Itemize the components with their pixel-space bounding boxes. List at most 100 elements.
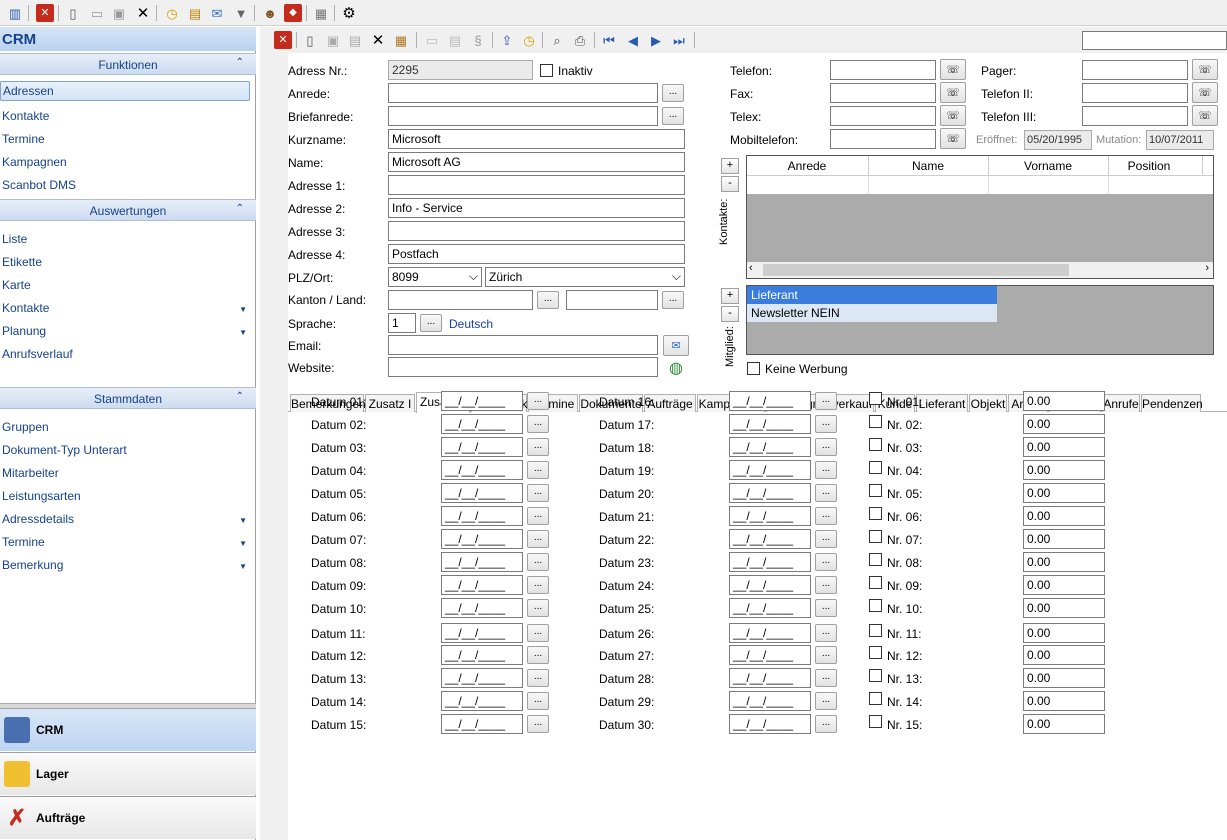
col-anrede[interactable]: Anrede: [747, 159, 867, 173]
date-picker-button[interactable]: ...: [815, 624, 837, 642]
close-icon[interactable]: ✕: [36, 4, 54, 22]
tab-15[interactable]: Pendenzen: [1141, 394, 1203, 412]
date-field[interactable]: __/__/____: [729, 691, 811, 711]
mail-icon[interactable]: ✉: [208, 4, 226, 22]
section-stammdaten[interactable]: Stammdaten ⌃: [0, 387, 256, 409]
date-field[interactable]: __/__/____: [729, 575, 811, 595]
sidebar-item-termine-stamm[interactable]: Termine: [2, 535, 45, 549]
phone-icon[interactable]: ☏: [1192, 59, 1218, 80]
sidebar-item-termine[interactable]: Termine: [2, 132, 45, 146]
section-auswertungen[interactable]: Auswertungen ⌃: [0, 199, 256, 221]
sprache-field[interactable]: 1: [388, 313, 416, 333]
date-picker-button[interactable]: ...: [527, 599, 549, 617]
date-picker-button[interactable]: ...: [527, 669, 549, 687]
number-checkbox[interactable]: [869, 624, 882, 637]
number-field[interactable]: 0.00: [1023, 714, 1105, 734]
date-field[interactable]: __/__/____: [441, 552, 523, 572]
sidebar-item-dokument-typ[interactable]: Dokument-Typ Unterart: [2, 443, 127, 457]
date-field[interactable]: __/__/____: [729, 645, 811, 665]
date-picker-button[interactable]: ...: [815, 415, 837, 433]
number-checkbox[interactable]: [869, 553, 882, 566]
sidebar-item-kontakte[interactable]: Kontakte: [2, 109, 49, 123]
settings-icon[interactable]: ⚙: [340, 4, 358, 22]
col-position[interactable]: Position: [1108, 159, 1190, 173]
delete-icon[interactable]: ✕: [134, 4, 152, 22]
date-picker-button[interactable]: ...: [527, 392, 549, 410]
print-icon[interactable]: ⎙: [571, 31, 589, 49]
save-icon[interactable]: ▣: [110, 4, 128, 22]
land-lookup-button[interactable]: ...: [662, 291, 684, 309]
add-membership-button[interactable]: +: [721, 288, 739, 304]
number-checkbox[interactable]: [869, 530, 882, 543]
date-picker-button[interactable]: ...: [527, 715, 549, 733]
tab-11[interactable]: Objekt: [969, 394, 1007, 412]
number-field[interactable]: 0.00: [1023, 575, 1105, 595]
date-field[interactable]: __/__/____: [729, 552, 811, 572]
chevron-down-icon[interactable]: ⌵: [469, 269, 478, 284]
new-record-icon[interactable]: ▯: [301, 31, 319, 49]
exit-icon[interactable]: ◆: [284, 4, 302, 22]
date-picker-button[interactable]: ...: [815, 392, 837, 410]
tab-1[interactable]: Zusatz I: [365, 394, 415, 412]
number-field[interactable]: 0.00: [1023, 391, 1105, 411]
date-picker-button[interactable]: ...: [815, 530, 837, 548]
reminder-icon[interactable]: ◷: [520, 31, 538, 49]
kurzname-field[interactable]: Microsoft: [388, 129, 685, 149]
contacts-empty-row[interactable]: [747, 176, 1213, 194]
chart-icon[interactable]: ▥: [6, 4, 24, 22]
date-field[interactable]: __/__/____: [441, 645, 523, 665]
date-picker-button[interactable]: ...: [815, 461, 837, 479]
date-picker-button[interactable]: ...: [527, 646, 549, 664]
date-picker-button[interactable]: ...: [527, 576, 549, 594]
grid-icon[interactable]: ▦: [312, 4, 330, 22]
collapse-icon[interactable]: ⌃: [236, 391, 244, 402]
date-field[interactable]: __/__/____: [729, 598, 811, 618]
chevron-down-icon[interactable]: ▼: [239, 562, 247, 571]
tab-10[interactable]: Lieferant: [916, 394, 968, 412]
number-checkbox[interactable]: [869, 669, 882, 682]
chevron-down-icon[interactable]: ▼: [239, 516, 247, 525]
date-picker-button[interactable]: ...: [527, 692, 549, 710]
module-lager[interactable]: Lager: [0, 752, 256, 795]
number-checkbox[interactable]: [869, 392, 882, 405]
date-picker-button[interactable]: ...: [527, 415, 549, 433]
date-picker-button[interactable]: ...: [815, 692, 837, 710]
number-field[interactable]: 0.00: [1023, 437, 1105, 457]
tab-14[interactable]: Anrufe: [1102, 394, 1140, 412]
date-picker-button[interactable]: ...: [527, 553, 549, 571]
website-field[interactable]: [388, 357, 658, 377]
sidebar-item-mitarbeiter[interactable]: Mitarbeiter: [2, 466, 59, 480]
phone-icon[interactable]: ☏: [1192, 105, 1218, 126]
number-checkbox[interactable]: [869, 692, 882, 705]
col-vorname[interactable]: Vorname: [988, 159, 1108, 173]
delete-record-icon[interactable]: ✕: [369, 31, 387, 49]
script-icon[interactable]: §: [469, 31, 487, 49]
membership-item-selected[interactable]: Lieferant: [747, 286, 997, 304]
date-field[interactable]: __/__/____: [441, 623, 523, 643]
phone-icon[interactable]: ☏: [1192, 82, 1218, 103]
number-field[interactable]: 0.00: [1023, 506, 1105, 526]
number-field[interactable]: 0.00: [1023, 645, 1105, 665]
fax-field[interactable]: [830, 83, 936, 103]
next-record-icon[interactable]: ▶: [647, 31, 665, 49]
date-picker-button[interactable]: ...: [527, 461, 549, 479]
module-crm[interactable]: CRM: [0, 708, 256, 751]
collapse-icon[interactable]: ⌃: [236, 203, 244, 214]
sidebar-item-gruppen[interactable]: Gruppen: [2, 420, 49, 434]
chevron-down-icon[interactable]: ▼: [239, 305, 247, 314]
new-icon[interactable]: ▯: [64, 4, 82, 22]
sidebar-item-leistungsarten[interactable]: Leistungsarten: [2, 489, 81, 503]
date-field[interactable]: __/__/____: [729, 529, 811, 549]
telefon3-field[interactable]: [1082, 106, 1188, 126]
number-checkbox[interactable]: [869, 646, 882, 659]
date-field[interactable]: __/__/____: [729, 437, 811, 457]
scroll-right-icon[interactable]: ›: [1205, 262, 1209, 274]
module-auftraege[interactable]: ✗ Aufträge: [0, 796, 256, 839]
date-picker-button[interactable]: ...: [527, 438, 549, 456]
adresse3-field[interactable]: [388, 221, 685, 241]
date-field[interactable]: __/__/____: [729, 483, 811, 503]
horizontal-scrollbar[interactable]: ‹ ›: [747, 262, 1213, 278]
adresse1-field[interactable]: [388, 175, 685, 195]
clock-icon[interactable]: ◷: [163, 4, 181, 22]
number-field[interactable]: 0.00: [1023, 529, 1105, 549]
